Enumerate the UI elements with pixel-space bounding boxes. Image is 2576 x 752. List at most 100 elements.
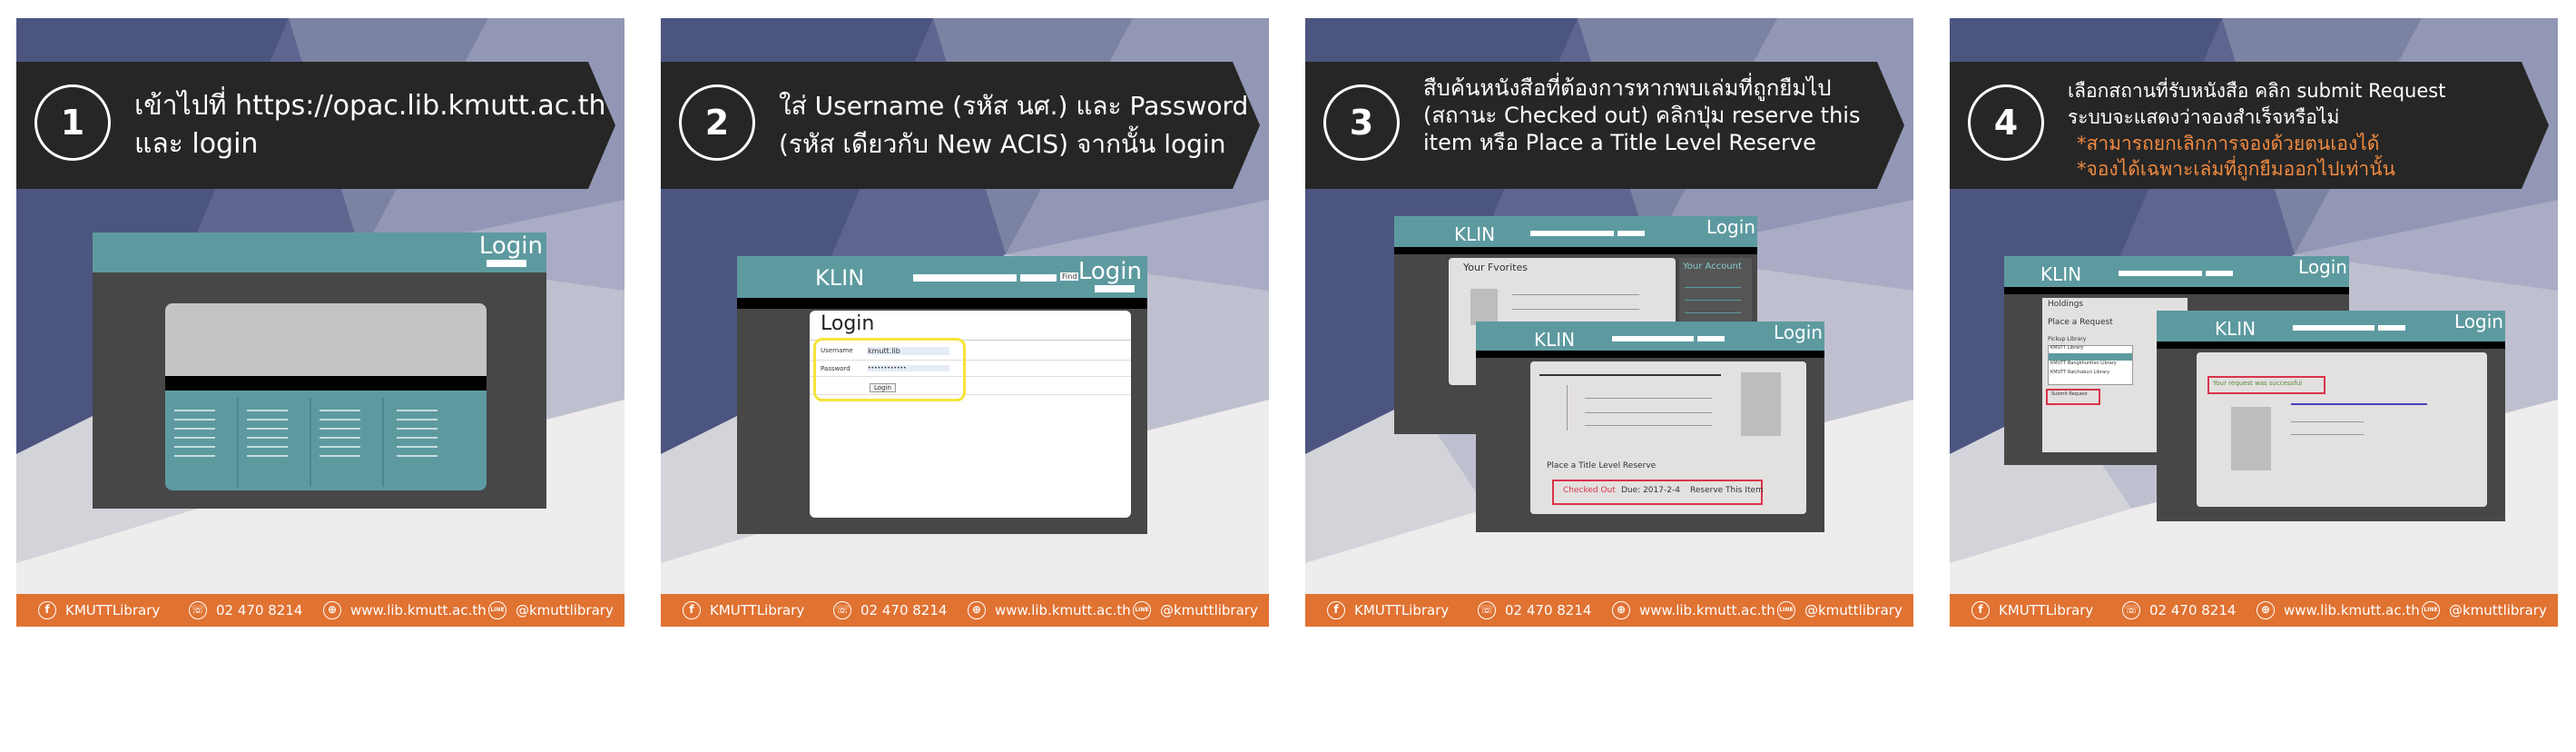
login-form-card: Login Username kmutt.lib Password ••••••… [810, 311, 1131, 518]
facebook-link[interactable]: f KMUTTLibrary [38, 594, 160, 627]
phone-label: 02 470 8214 [1505, 602, 1592, 618]
login-dropdown[interactable] [487, 260, 526, 267]
website-label: www.lib.kmutt.ac.th [1639, 602, 1775, 618]
phone-label: 02 470 8214 [860, 602, 948, 618]
klin-logo: KLIN [1534, 329, 1576, 351]
username-field[interactable]: kmutt.lib [868, 347, 949, 355]
step-panel-1: 1 เข้าไปที่ https://opac.lib.kmutt.ac.th… [16, 18, 624, 627]
screenshot-login: KLIN Find Login Login Username kmutt.lib… [737, 256, 1147, 534]
line-link[interactable]: LINE @kmuttlibrary [1133, 594, 1258, 627]
login-link[interactable]: Login [2454, 311, 2503, 332]
line-link[interactable]: LINE @kmuttlibrary [1777, 594, 1903, 627]
step-number: 3 [1323, 84, 1400, 161]
instruction-text: สืบค้นหนังสือที่ต้องการหากพบเล่มที่ถูกยื… [1423, 74, 1895, 156]
site-header: KLIN Login [1394, 216, 1757, 247]
facebook-icon: f [1971, 601, 1990, 619]
submit-request-button[interactable]: Submit Request [2051, 391, 2088, 397]
facebook-icon: f [38, 601, 56, 619]
line-link[interactable]: LINE @kmuttlibrary [2422, 594, 2547, 627]
globe-icon: ⊕ [2256, 601, 2275, 619]
instruction-banner: 2 ใส่ Username (รหัส นศ.) และ Password (… [661, 62, 1269, 189]
phone-label: 02 470 8214 [2149, 602, 2237, 618]
password-field[interactable]: •••••••••••• [868, 365, 949, 371]
instruction-text: เข้าไปที่ https://opac.lib.kmutt.ac.th แ… [134, 87, 606, 163]
login-link[interactable]: Login [1706, 216, 1755, 238]
instruction-line: (รหัส เดียวกับ New ACIS) จากนั้น login [779, 129, 1226, 159]
instruction-note: *จองได้เฉพาะเล่มที่ถูกยืมออกไปเท่านั้น [2077, 158, 2395, 180]
pickup-option[interactable]: KMUTT Bangkhuntien Library [2050, 361, 2117, 366]
search-input[interactable] [913, 274, 1017, 282]
screenshot-request-success: KLIN Login Your request was successful [2157, 311, 2505, 521]
login-link[interactable]: Login [1078, 258, 1142, 285]
login-link[interactable]: Login [1774, 322, 1823, 343]
line-label: @kmuttlibrary [516, 602, 614, 618]
klin-logo: KLIN [2040, 263, 2082, 285]
contact-footer: f KMUTTLibrary ☏ 02 470 8214 ⊕ www.lib.kmut… [16, 594, 624, 627]
pickup-library-label: Pickup Library [2048, 336, 2087, 342]
klin-logo: KLIN [1454, 223, 1496, 245]
login-button[interactable]: Login [870, 383, 896, 392]
step-panel-3: 3 สืบค้นหนังสือที่ต้องการหากพบเล่มที่ถูก… [1305, 18, 1913, 627]
login-dropdown[interactable] [1095, 285, 1135, 292]
website-link[interactable]: ⊕ www.lib.kmutt.ac.th [2256, 594, 2420, 627]
website-label: www.lib.kmutt.ac.th [350, 602, 487, 618]
pickup-option[interactable]: KMUTT Ratchaburi Library [2050, 370, 2109, 375]
globe-icon: ⊕ [1612, 601, 1630, 619]
pickup-option[interactable]: KMUTT Library [2050, 345, 2083, 351]
phone-link[interactable]: ☏ 02 470 8214 [833, 594, 947, 627]
site-header: KLIN Login [1476, 322, 1824, 351]
phone-link[interactable]: ☏ 02 470 8214 [1478, 594, 1591, 627]
phone-label: 02 470 8214 [216, 602, 303, 618]
item-card: Place a Title Level Reserve Checked Out … [1530, 361, 1806, 514]
facebook-label: KMUTTLibrary [1354, 602, 1450, 618]
holdings-tab[interactable]: Holdings [2048, 300, 2083, 309]
facebook-link[interactable]: f KMUTTLibrary [683, 594, 804, 627]
pickup-library-select[interactable]: KMUTT Library KMUTT Bangkhuntien Library… [2048, 345, 2133, 385]
screenshot-home: Login [93, 233, 546, 509]
step-number: 1 [34, 84, 111, 161]
klin-logo: KLIN [2215, 318, 2256, 340]
contact-footer: f KMUTTLibrary ☏ 02 470 8214 ⊕ www.lib.kmut… [1305, 594, 1913, 627]
due-date: Due: 2017-2-4 [1621, 486, 1680, 495]
line-icon: LINE [488, 601, 506, 619]
website-link[interactable]: ⊕ www.lib.kmutt.ac.th [1612, 594, 1775, 627]
instruction-line: สืบค้นหนังสือที่ต้องการหากพบเล่มที่ถูกยื… [1423, 75, 1832, 101]
instruction-line: เลือกสถานที่รับหนังสือ คลิก submit Reque… [2068, 80, 2446, 102]
website-link[interactable]: ⊕ www.lib.kmutt.ac.th [323, 594, 487, 627]
site-header: KLIN Login [2004, 256, 2349, 287]
login-link[interactable]: Login [2298, 256, 2347, 278]
website-label: www.lib.kmutt.ac.th [2284, 602, 2420, 618]
favorites-title: Your Fvorites [1463, 262, 1528, 273]
klin-logo: KLIN [815, 265, 865, 291]
screenshot-item-detail: KLIN Login Place a Title Level Reserve C… [1476, 322, 1824, 532]
phone-link[interactable]: ☏ 02 470 8214 [189, 594, 302, 627]
success-card: Your request was successful [2197, 352, 2487, 507]
search-type-select[interactable] [1020, 274, 1057, 282]
facebook-icon: f [1327, 601, 1345, 619]
instruction-line: (สถานะ Checked out) คลิกปุ่ม reserve thi… [1423, 103, 1861, 128]
phone-icon: ☏ [2122, 601, 2140, 619]
globe-icon: ⊕ [323, 601, 341, 619]
contact-footer: f KMUTTLibrary ☏ 02 470 8214 ⊕ www.lib.kmut… [661, 594, 1269, 627]
website-label: www.lib.kmutt.ac.th [995, 602, 1131, 618]
facebook-label: KMUTTLibrary [710, 602, 805, 618]
step-panel-4: 4 เลือกสถานที่รับหนังสือ คลิก submit Req… [1950, 18, 2558, 627]
title-level-reserve-link[interactable]: Place a Title Level Reserve [1547, 461, 1656, 470]
line-icon: LINE [1777, 601, 1795, 619]
line-link[interactable]: LINE @kmuttlibrary [488, 594, 614, 627]
facebook-label: KMUTTLibrary [1999, 602, 2094, 618]
content-card [165, 303, 487, 490]
facebook-icon: f [683, 601, 701, 619]
facebook-link[interactable]: f KMUTTLibrary [1971, 594, 2093, 627]
step-number: 4 [1968, 84, 2044, 161]
website-link[interactable]: ⊕ www.lib.kmutt.ac.th [968, 594, 1131, 627]
instruction-line: ใส่ Username (รหัส นศ.) และ Password [779, 91, 1249, 121]
facebook-link[interactable]: f KMUTTLibrary [1327, 594, 1449, 627]
find-button[interactable]: Find [1060, 272, 1079, 281]
login-link[interactable]: Login [479, 233, 543, 260]
reserve-this-item-button[interactable]: Reserve This Item [1690, 486, 1764, 495]
instruction-line: และ login [134, 128, 259, 160]
phone-link[interactable]: ☏ 02 470 8214 [2122, 594, 2236, 627]
password-label: Password [821, 365, 850, 372]
instruction-text: ใส่ Username (รหัส นศ.) และ Password (รห… [779, 87, 1251, 163]
